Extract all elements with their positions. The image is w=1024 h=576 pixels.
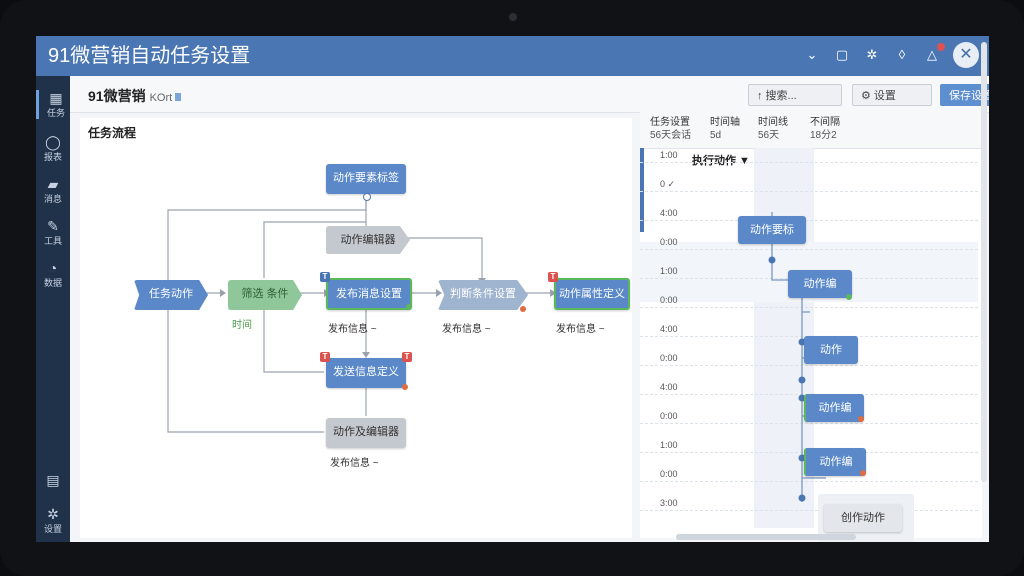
timeline-node[interactable]: 动作 xyxy=(804,336,858,364)
sidebar-item-reports[interactable]: ◯ 报表 xyxy=(36,134,70,163)
briefcase-icon: ▰ xyxy=(47,176,59,192)
horizontal-scrollbar[interactable] xyxy=(676,534,856,540)
timeline-node[interactable]: 动作编 xyxy=(804,394,864,422)
flow-node-sub: 发布信息 ~ xyxy=(330,458,379,469)
pencil-icon: ✎ xyxy=(47,218,59,234)
flow-node-attribute[interactable]: 动作属性定义 xyxy=(554,278,630,310)
vertical-scrollbar[interactable] xyxy=(981,42,987,482)
flow-node-sub: 发布信息 ~ xyxy=(556,324,605,335)
sidebar-item-tasks[interactable]: ▦ 任务 xyxy=(36,90,73,119)
flow-node-filter-sub: 时间 xyxy=(232,320,252,331)
search-button[interactable]: ↑ 搜索... xyxy=(748,84,842,106)
sidebar-item-label: 设置 xyxy=(43,524,62,534)
sidebar-item-label: 任务 xyxy=(46,108,65,118)
sidebar-item-messages[interactable]: ▰ 消息 xyxy=(36,176,70,205)
flow-node-condition[interactable]: 判断条件设置 xyxy=(438,280,528,310)
flow-node-sub: 发布信息 ~ xyxy=(328,324,377,335)
status-dot xyxy=(406,304,412,310)
chevron-down-icon[interactable]: ⌄ xyxy=(803,46,821,64)
timeline-panel: 任务设置 56天会话 时间轴 5d 时间线 56天 不间隔 18分2 执行动作 ▼ 1:… xyxy=(640,112,982,542)
timeline-node[interactable]: 动作编 xyxy=(804,448,866,476)
connector-dot xyxy=(363,193,371,201)
title-bar: 91微营销自动任务设置 ⌄ ▢ ✲ ◊ △ ✕ xyxy=(36,36,989,76)
status-dot xyxy=(846,294,852,300)
document-icon: ▤ xyxy=(46,472,60,488)
sidebar-item-data[interactable]: ◔ 数据 xyxy=(36,260,70,289)
settings-icon[interactable]: ✲ xyxy=(863,46,881,64)
flow-node-final[interactable]: 动作及编辑器 xyxy=(326,418,406,448)
app-title: 91微营销自动任务设置 xyxy=(48,45,251,67)
sidebar-item-label: 数据 xyxy=(43,278,62,288)
status-dot xyxy=(402,384,408,390)
bell-icon[interactable]: △ xyxy=(923,43,945,64)
toolbar: 91微营销 KOrt ↑ 搜索... ⚙ 设置 保存设置 xyxy=(70,76,989,113)
timeline-node[interactable]: 动作编 xyxy=(788,270,852,298)
flow-node-sub: 发布信息 ~ xyxy=(442,324,491,335)
gear-icon: ✲ xyxy=(47,506,59,522)
flow-node-send[interactable]: 发送信息定义 xyxy=(326,358,406,388)
timeline-node[interactable]: 创作动作 xyxy=(824,504,902,532)
sidebar: ▦ 任务 ◯ 报表 ▰ 消息 ✎ 工具 ◔ 数据 ▤ ✲ 设置 xyxy=(36,76,70,542)
tablet-icon[interactable]: ▢ xyxy=(833,46,851,64)
flow-node-filter[interactable]: 筛选 条件 xyxy=(228,280,302,310)
tag-icon: T xyxy=(548,272,558,282)
status-square-icon xyxy=(175,93,182,102)
camera-dot xyxy=(509,13,517,21)
timeline-node[interactable]: 动作要标 xyxy=(738,216,806,244)
app-window: 91微营销自动任务设置 ⌄ ▢ ✲ ◊ △ ✕ ▦ 任务 ◯ 报表 ▰ 消息 ✎… xyxy=(36,36,989,542)
flow-node-editor[interactable]: 动作编辑器 xyxy=(326,226,410,254)
search-icon: ◯ xyxy=(45,134,61,150)
drop-icon[interactable]: ◊ xyxy=(893,46,911,64)
status-dot xyxy=(520,306,526,312)
titlebar-actions: ⌄ ▢ ✲ ◊ △ ✕ xyxy=(803,42,979,68)
status-dot xyxy=(860,470,866,476)
sidebar-item-label: 工具 xyxy=(43,236,62,246)
breadcrumb: 91微营销 KOrt xyxy=(88,86,182,106)
sidebar-item-label: 报表 xyxy=(43,152,62,162)
tag-icon: T xyxy=(320,352,330,362)
sidebar-item-settings[interactable]: ✲ 设置 xyxy=(36,506,70,535)
notification-badge xyxy=(937,43,945,51)
tag-icon: T xyxy=(320,272,330,282)
flow-node-top[interactable]: 动作要素标签 xyxy=(326,164,406,194)
grid-icon: ▦ xyxy=(49,90,63,106)
close-button[interactable]: ✕ xyxy=(953,42,979,68)
breadcrumb-title: 91微营销 xyxy=(88,88,146,104)
settings-button[interactable]: ⚙ 设置 xyxy=(852,84,932,106)
sidebar-item-tools[interactable]: ✎ 工具 xyxy=(36,218,70,247)
flow-canvas[interactable]: 任务流程 动作要素标签 动作编辑器 任务动作 筛选 条件 时间 发布消息设置 T… xyxy=(80,118,632,538)
flow-node-publish[interactable]: 发布消息设置 xyxy=(326,278,412,310)
breadcrumb-sub: KOrt xyxy=(149,92,173,104)
tag-icon: T xyxy=(402,352,412,362)
sidebar-item-docs[interactable]: ▤ xyxy=(36,472,70,488)
flow-node-start[interactable]: 任务动作 xyxy=(134,280,208,310)
gauge-icon: ◔ xyxy=(48,260,58,276)
status-dot xyxy=(858,416,864,422)
sidebar-item-label: 消息 xyxy=(43,194,62,204)
